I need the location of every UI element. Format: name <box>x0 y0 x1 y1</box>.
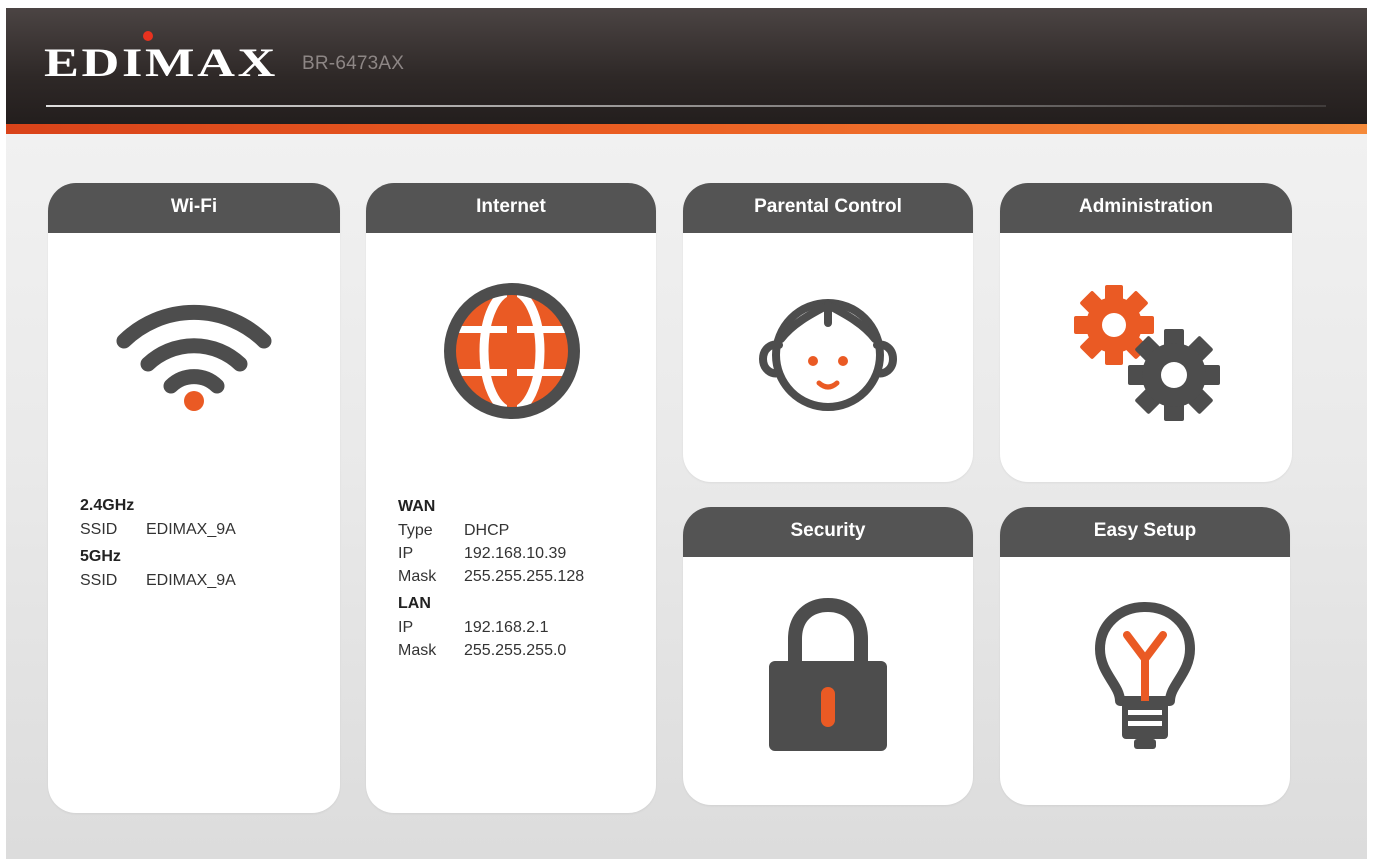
easy-setup-card[interactable]: Easy Setup <box>1000 507 1290 805</box>
wan-mask-row: Mask 255.255.255.128 <box>398 565 584 588</box>
ssid-24-label: SSID <box>80 521 118 538</box>
band-24-label: 2.4GHz <box>80 497 135 514</box>
wan-mask-label: Mask <box>398 568 437 585</box>
lan-ip-label: IP <box>398 619 414 636</box>
accent-bar <box>6 124 1367 134</box>
lan-mask-row: Mask 255.255.255.0 <box>398 639 584 662</box>
security-card[interactable]: Security <box>683 507 973 805</box>
header-divider <box>46 105 1326 107</box>
easy-setup-card-title[interactable]: Easy Setup <box>1000 507 1290 557</box>
globe-icon <box>444 283 580 419</box>
lan-heading: LAN <box>398 595 431 612</box>
lan-mask-label: Mask <box>398 642 437 659</box>
child-face-icon <box>758 299 898 411</box>
ssid-5-row: SSID EDIMAX_9A <box>80 569 236 592</box>
header: EDIMAX BR-6473AX <box>6 8 1367 124</box>
wan-heading: WAN <box>398 498 436 515</box>
administration-card-title[interactable]: Administration <box>1000 183 1292 233</box>
model-name: BR-6473AX <box>302 53 405 74</box>
router-dashboard: EDIMAX BR-6473AX Wi-Fi 2.4GHz SSID EDIMAX… <box>6 8 1367 859</box>
padlock-icon <box>769 597 887 751</box>
administration-card[interactable]: Administration <box>1000 183 1292 482</box>
wifi-info: 2.4GHz SSID EDIMAX_9A 5GHz SSID EDIMAX_9A <box>80 494 236 592</box>
parental-control-card-title[interactable]: Parental Control <box>683 183 973 233</box>
wan-ip-value: 192.168.10.39 <box>464 545 567 562</box>
lan-mask-value: 255.255.255.0 <box>464 642 567 659</box>
lan-ip-row: IP 192.168.2.1 <box>398 616 584 639</box>
wan-mask-value: 255.255.255.128 <box>464 568 585 585</box>
band-5-label: 5GHz <box>80 548 121 565</box>
ssid-5-value: EDIMAX_9A <box>146 572 236 589</box>
wan-type-label: Type <box>398 522 433 539</box>
internet-info: WAN Type DHCP IP 192.168.10.39 Mask 255.255… <box>398 495 584 662</box>
ssid-5-label: SSID <box>80 572 118 589</box>
ssid-24-value: EDIMAX_9A <box>146 521 236 538</box>
wan-ip-row: IP 192.168.10.39 <box>398 542 584 565</box>
lightbulb-icon <box>1095 602 1195 749</box>
lan-ip-value: 192.168.2.1 <box>464 619 549 636</box>
wan-type-row: Type DHCP <box>398 519 584 542</box>
wifi-card[interactable]: Wi-Fi 2.4GHz SSID EDIMAX_9A 5GHz SSID EDIM… <box>48 183 340 813</box>
wifi-card-title[interactable]: Wi-Fi <box>48 183 340 233</box>
ssid-24-row: SSID EDIMAX_9A <box>80 518 236 541</box>
wan-type-value: DHCP <box>464 522 510 539</box>
parental-control-card[interactable]: Parental Control <box>683 183 973 482</box>
security-card-title[interactable]: Security <box>683 507 973 557</box>
gears-icon <box>1074 285 1220 421</box>
internet-card-title[interactable]: Internet <box>366 183 656 233</box>
wan-ip-label: IP <box>398 545 414 562</box>
edimax-logo[interactable]: EDIMAX <box>44 30 280 82</box>
wifi-icon <box>116 304 272 411</box>
internet-card[interactable]: Internet WAN Type DHCP IP 192.168.10.39 … <box>366 183 656 813</box>
brand-wordmark: EDIMAX <box>44 40 278 82</box>
